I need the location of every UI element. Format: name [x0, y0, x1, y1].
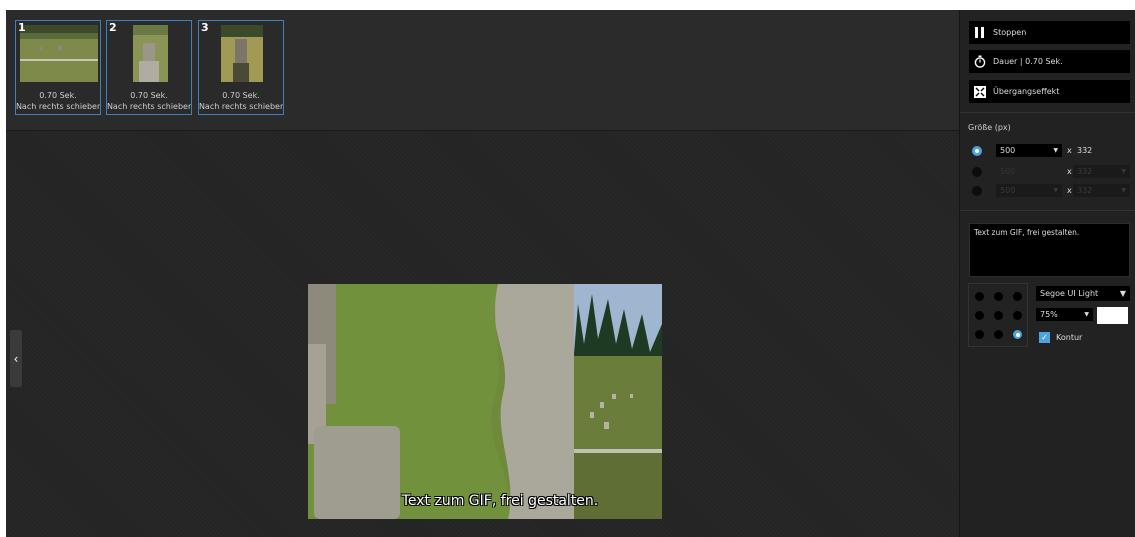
settings-sidebar: Stoppen Dauer | 0.70 Sek. Übergangseffek… [960, 10, 1135, 537]
stop-label: Stoppen [993, 28, 1027, 37]
gif-text-input[interactable]: Text zum GIF, frei gestalten. [969, 223, 1130, 277]
width-select-3[interactable]: 500 ▼ [996, 184, 1062, 197]
text-color-swatch[interactable] [1097, 307, 1128, 324]
duration-button[interactable]: Dauer | 0.70 Sek. [969, 50, 1130, 73]
dropdown-arrow-icon: ▼ [1121, 168, 1126, 175]
dropdown-arrow-icon: ▼ [1121, 187, 1126, 194]
position-bottom-right[interactable] [1013, 330, 1022, 339]
position-middle-left[interactable] [975, 311, 984, 320]
frame-image [133, 25, 168, 82]
size-x-label: x [1067, 146, 1072, 155]
frame-number: 2 [109, 21, 117, 34]
size-x-label: x [1067, 186, 1072, 195]
dropdown-arrow-icon: ▼ [1053, 147, 1058, 154]
font-name: Segoe UI Light [1040, 289, 1099, 298]
frame-number: 1 [18, 21, 26, 34]
position-bottom-center[interactable] [994, 330, 1003, 339]
dropdown-arrow-icon: ▼ [1119, 289, 1126, 298]
stopwatch-icon [969, 55, 991, 68]
frame-number: 3 [201, 21, 209, 34]
position-middle-center[interactable] [994, 311, 1003, 320]
frame-image [20, 25, 98, 82]
size-x-label: x [1067, 167, 1072, 176]
contour-label: Kontur [1056, 333, 1083, 342]
frame-image [221, 25, 263, 82]
font-size-select[interactable]: 75% ▼ [1036, 308, 1093, 321]
height-value: 332 [1077, 186, 1093, 195]
frame-duration: 0.70 Sek. [222, 91, 260, 100]
frame-thumbnail-2[interactable]: 2 0.70 Sek. Nach rechts schieben [106, 20, 192, 115]
checkmark-icon: ✓ [1041, 333, 1048, 342]
frame-duration: 0.70 Sek. [39, 91, 77, 100]
section-divider [960, 210, 1135, 211]
frame-duration: 0.70 Sek. [130, 91, 168, 100]
dropdown-arrow-icon: ▼ [1084, 311, 1089, 318]
font-size-value: 75% [1040, 310, 1058, 319]
height-select-3[interactable]: 332 ▼ [1073, 184, 1130, 197]
text-position-grid [968, 283, 1028, 347]
width-value: 500 [1000, 146, 1016, 155]
transition-effect-button[interactable]: Übergangseffekt [969, 80, 1130, 103]
position-middle-right[interactable] [1013, 311, 1022, 320]
frame-effect: Nach rechts schieben [15, 102, 101, 111]
position-bottom-left[interactable] [975, 330, 984, 339]
font-select[interactable]: Segoe UI Light ▼ [1036, 286, 1130, 301]
height-select-2[interactable]: 332 ▼ [1073, 165, 1130, 178]
width-value-2: 500 [1000, 167, 1016, 176]
app-window: 1 0.70 Sek. Nach rechts schieben 2 0.70 … [6, 10, 1135, 537]
height-value: 332 [1077, 167, 1093, 176]
frame-effect: Nach rechts schieben [198, 102, 284, 111]
contour-checkbox[interactable]: ✓ [1039, 332, 1050, 343]
dropdown-arrow-icon: ▼ [1053, 187, 1058, 194]
gif-preview: Text zum GIF, frei gestalten. [308, 284, 662, 519]
work-area: 1 0.70 Sek. Nach rechts schieben 2 0.70 … [6, 10, 959, 537]
size-section-title: Größe (px) [968, 123, 1011, 132]
stop-button[interactable]: Stoppen [969, 21, 1130, 44]
size-option-1-radio[interactable] [972, 146, 982, 156]
transition-icon [969, 85, 991, 98]
preview-caption: Text zum GIF, frei gestalten. [401, 493, 599, 509]
position-top-left[interactable] [975, 292, 984, 301]
collapse-panel-button[interactable]: ‹ [10, 330, 22, 387]
size-option-2-radio[interactable] [972, 167, 982, 177]
frame-effect: Nach rechts schieben [106, 102, 192, 111]
size-option-3-radio[interactable] [972, 186, 982, 196]
section-divider [960, 112, 1135, 113]
chevron-left-icon: ‹ [13, 351, 19, 366]
transition-label: Übergangseffekt [993, 87, 1060, 96]
position-top-center[interactable] [994, 292, 1003, 301]
position-top-right[interactable] [1013, 292, 1022, 301]
frame-thumbnail-3[interactable]: 3 0.70 Sek. Nach rechts schieben [198, 20, 284, 115]
frame-thumbnail-1[interactable]: 1 0.70 Sek. Nach rechts schieben [15, 20, 101, 115]
duration-label: Dauer | 0.70 Sek. [993, 57, 1063, 66]
width-value: 500 [1000, 186, 1016, 195]
width-select-1[interactable]: 500 ▼ [996, 144, 1062, 157]
preview-image [308, 284, 662, 519]
frame-strip: 1 0.70 Sek. Nach rechts schieben 2 0.70 … [6, 10, 959, 131]
pause-icon [969, 27, 991, 38]
height-value-1: 332 [1077, 146, 1093, 155]
